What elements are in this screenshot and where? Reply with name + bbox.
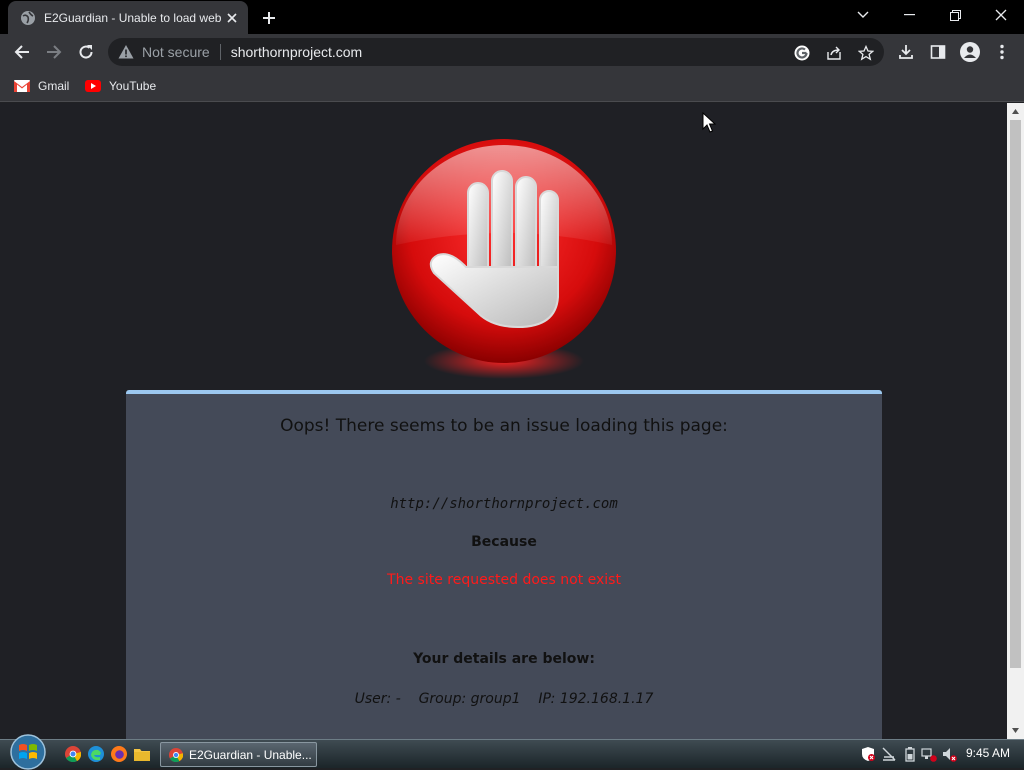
share-icon[interactable]: [823, 42, 845, 64]
scroll-down-arrow-icon[interactable]: [1007, 722, 1024, 739]
scrollbar-thumb[interactable]: [1010, 120, 1021, 668]
volume-muted-icon[interactable]: [941, 746, 957, 762]
bookmark-star-icon[interactable]: [855, 42, 877, 64]
error-heading: Oops! There seems to be an issue loading…: [280, 416, 728, 436]
gmail-icon: [14, 80, 30, 92]
security-shield-icon[interactable]: [860, 746, 876, 762]
start-orb-icon[interactable]: [8, 734, 48, 770]
close-window-button[interactable]: [978, 0, 1024, 30]
restore-button[interactable]: [932, 0, 978, 30]
profile-avatar-icon[interactable]: [956, 38, 984, 66]
system-clock[interactable]: 9:45 AM: [966, 746, 1010, 760]
mouse-cursor-icon: [702, 112, 716, 133]
bookmark-gmail[interactable]: Gmail: [14, 76, 69, 96]
download-icon[interactable]: [892, 38, 920, 66]
stop-hand-icon: [392, 139, 616, 379]
globe-icon: [21, 10, 35, 25]
new-tab-button[interactable]: [258, 7, 280, 29]
taskbar: E2Guardian - Unable... 9:45 AM: [0, 734, 1024, 770]
block-reason: The site requested does not exist: [387, 572, 621, 588]
youtube-icon: [85, 80, 101, 92]
chrome-icon: [169, 747, 183, 762]
tab-search-icon[interactable]: [840, 0, 886, 30]
bookmarks-bar: Gmail YouTube: [0, 70, 1024, 102]
bookmark-youtube[interactable]: YouTube: [85, 76, 156, 96]
scroll-up-arrow-icon[interactable]: [1007, 103, 1024, 120]
page-viewport: Oops! There seems to be an issue loading…: [0, 103, 1007, 739]
bookmark-gmail-label: Gmail: [38, 79, 70, 93]
taskbar-task-label: E2Guardian - Unable...: [189, 747, 312, 762]
omnibox-divider: [219, 44, 221, 60]
details-heading: Your details are below:: [413, 651, 595, 667]
edge-icon[interactable]: [87, 745, 105, 763]
taskbar-chrome-window[interactable]: E2Guardian - Unable...: [160, 742, 317, 767]
tab-close-icon[interactable]: [224, 10, 240, 26]
vertical-scrollbar[interactable]: [1007, 103, 1024, 739]
error-panel: Oops! There seems to be an issue loading…: [126, 390, 882, 739]
bookmark-youtube-label: YouTube: [109, 79, 157, 93]
requested-url: http://shorthornproject.com: [390, 496, 618, 512]
tab-strip: E2Guardian - Unable to load web: [0, 0, 1024, 34]
firefox-icon[interactable]: [110, 745, 128, 763]
back-button[interactable]: [8, 38, 36, 66]
network-disconnected-icon[interactable]: [881, 746, 897, 762]
forward-button[interactable]: [40, 38, 68, 66]
chrome-icon[interactable]: [64, 745, 82, 763]
menu-kebab-icon[interactable]: [988, 38, 1016, 66]
reload-button[interactable]: [72, 38, 100, 66]
user-details: User: - Group: group1 IP: 192.168.1.17: [354, 691, 654, 707]
tab-e2guardian[interactable]: E2Guardian - Unable to load web: [8, 1, 248, 34]
file-explorer-icon[interactable]: [133, 745, 151, 763]
url-text[interactable]: shorthornproject.com: [231, 44, 363, 60]
because-label: Because: [471, 534, 537, 550]
power-icon[interactable]: [902, 746, 918, 762]
network-icon[interactable]: [921, 746, 937, 762]
minimize-button[interactable]: [886, 0, 932, 30]
side-panel-icon[interactable]: [924, 38, 952, 66]
tab-title: E2Guardian - Unable to load web: [44, 10, 222, 25]
not-secure-label[interactable]: Not secure: [142, 44, 210, 60]
google-icon[interactable]: [791, 42, 813, 64]
address-bar[interactable]: Not secure shorthornproject.com: [108, 38, 884, 66]
warning-icon[interactable]: [118, 44, 134, 60]
